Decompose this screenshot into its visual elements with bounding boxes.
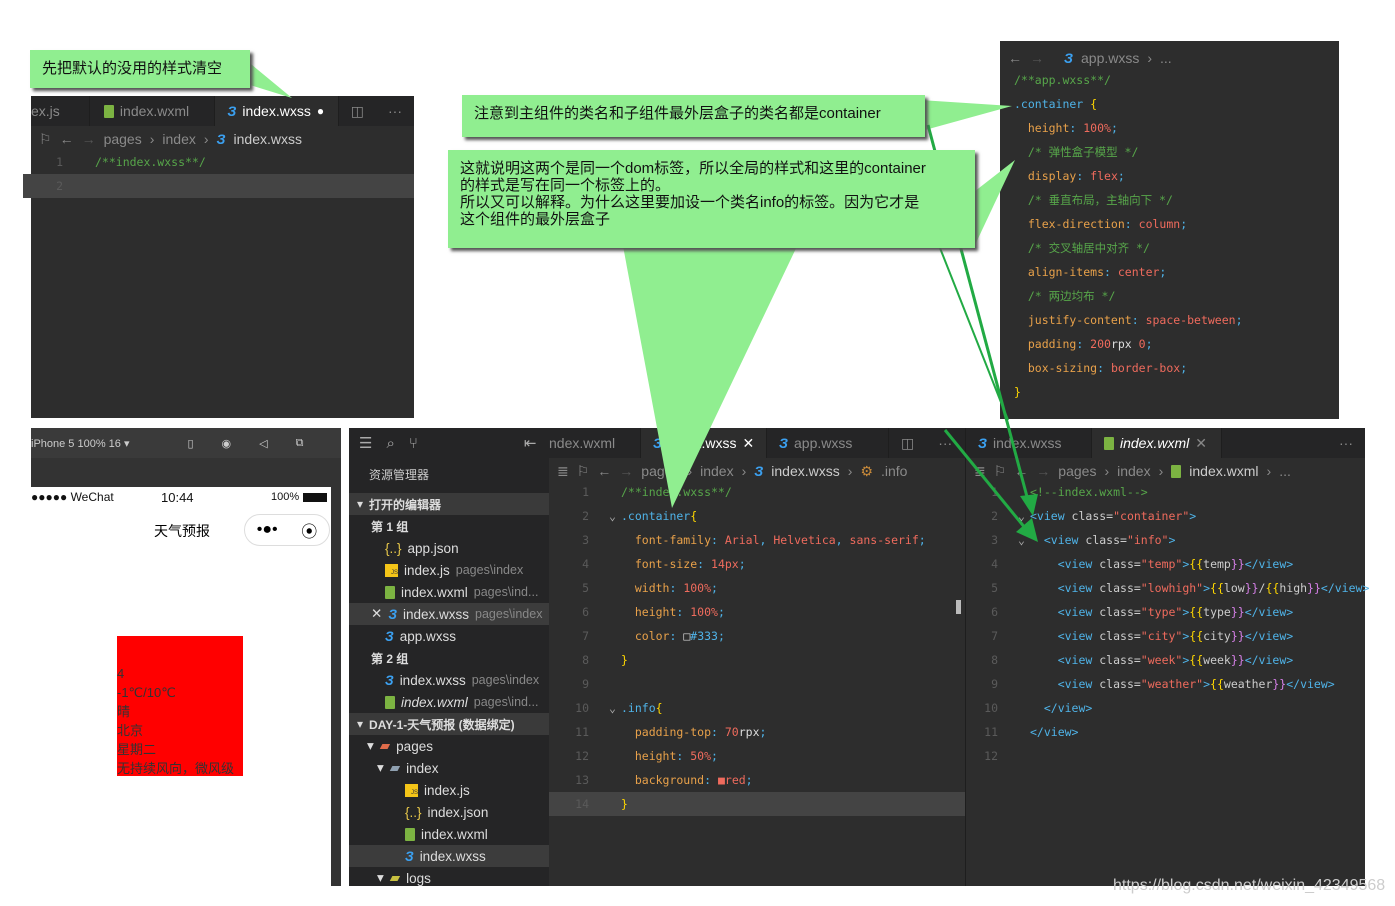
- callout-text: 注意到主组件的类名和子组件最外层盒子的类名都是container: [474, 105, 881, 122]
- callout-tail-same-class: [920, 100, 1012, 130]
- arrowhead-icon: [1020, 494, 1038, 516]
- callout-same-class: 注意到主组件的类名和子组件最外层盒子的类名都是container: [462, 95, 925, 137]
- callout-explain: 这就说明这两个是同一个dom标签，所以全局的样式和这里的container 的样…: [448, 150, 975, 248]
- arrow-connector: [939, 247, 1009, 421]
- arrow-to-info: [943, 429, 1032, 535]
- callout-clear-default: 先把默认的没用的样式清空: [30, 50, 250, 88]
- watermark: https://blog.csdn.net/weixin_42349568: [1113, 877, 1386, 894]
- callout-text: 这个组件的最外层盒子: [460, 211, 611, 228]
- callout-tail-explain: [970, 160, 1015, 245]
- callout-text: 的样式是写在同一个标签上的。: [460, 177, 671, 194]
- callout-text: 所以又可以解释。为什么这里要加设一个类名info的标签。因为它才是: [460, 194, 920, 211]
- callout-text: 这就说明这两个是同一个dom标签，所以全局的样式和这里的container: [460, 160, 926, 177]
- callout-pointer-explain: [620, 230, 800, 508]
- callout-text: 先把默认的没用的样式清空: [42, 60, 223, 77]
